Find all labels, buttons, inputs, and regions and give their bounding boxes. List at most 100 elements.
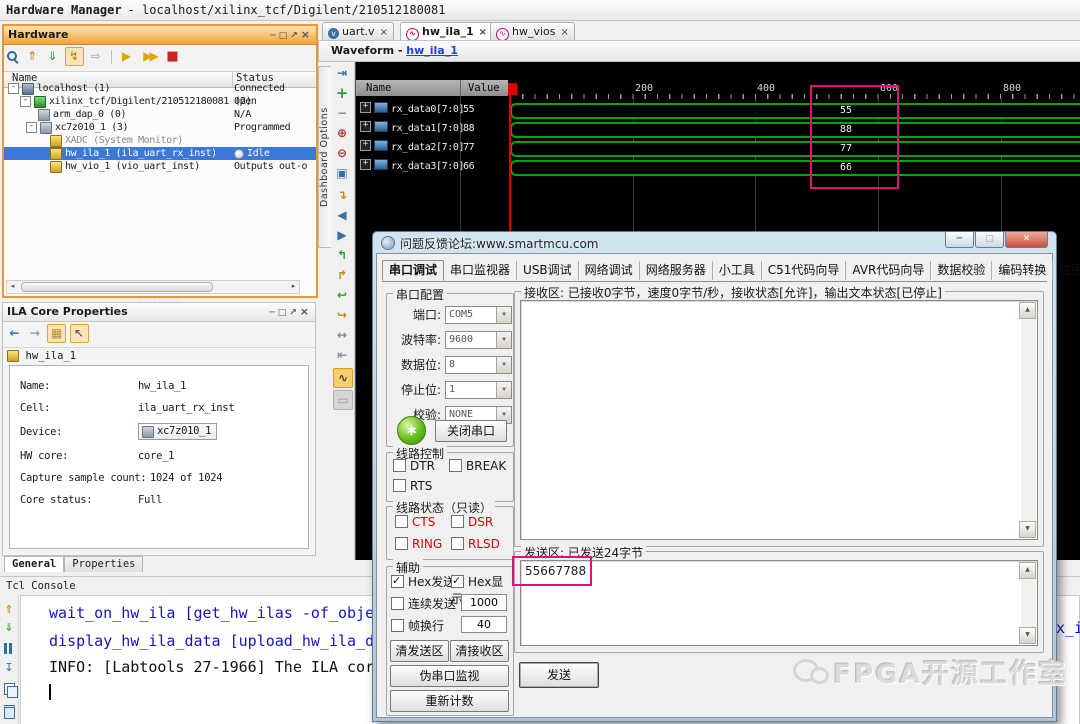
clear-console-icon[interactable] [4,705,15,719]
autoconnect-icon[interactable]: ↯ [65,47,84,66]
horizontal-scrollbar[interactable]: ◂ ▸ [6,280,300,294]
tab-hw-ila-1[interactable]: ∿hw_ila_1 [400,22,493,41]
add-signal-icon[interactable]: + [333,84,351,102]
reset-counter-button[interactable]: 重新计数 [390,690,509,712]
swap-icon[interactable]: ↔ [333,326,351,344]
continuous-send-interval-input[interactable] [461,594,507,611]
undo-view-icon[interactable]: ↩ [333,286,351,304]
tree-row-arm-dap[interactable]: arm_dap_0 (0) N/A [4,108,316,121]
signal-row-rx-data3[interactable]: rx_data3[7:0] 66 [356,157,508,176]
expand-all-icon[interactable]: ⇓ [2,621,16,635]
dtr-checkbox[interactable]: DTR [393,459,435,473]
tab-properties[interactable]: Properties [64,556,143,572]
tab-tools[interactable]: 小工具 [713,261,762,280]
tab-checksum[interactable]: 数据校验 [931,261,992,280]
device-button[interactable]: xc7z010_1 [138,423,217,440]
goto-start-icon[interactable]: ◀ [333,206,351,224]
core-properties-icon[interactable]: ▦ [47,324,66,343]
scroll-up-icon[interactable] [1019,562,1036,579]
tree-row-hw-vio-1[interactable]: hw_vio_1 (vio_uart_inst) Outputs out-o [4,160,316,173]
tab-hw-vios[interactable]: ∿hw_vios [490,22,575,41]
tab-usb-debug[interactable]: USB调试 [517,261,579,280]
signal-row-rx-data2[interactable]: rx_data2[7:0] 77 [356,138,508,157]
frame-newline-checkbox[interactable]: 帧换行 [391,617,444,634]
hex-send-checkbox[interactable]: Hex发送 [391,573,455,590]
tab-general[interactable]: General [4,556,64,572]
maximize-button[interactable]: □ [975,232,1004,248]
expander-icon[interactable] [20,96,31,107]
expander-icon[interactable] [8,83,19,94]
waveform-ila-link[interactable]: hw_ila_1 [406,44,458,57]
tab-avr-wizard[interactable]: AVR代码向导 [846,261,931,280]
scroll-down-icon[interactable] [1019,521,1036,538]
close-button[interactable]: ✕ [1005,232,1048,248]
close-tab-icon[interactable] [561,24,569,41]
tab-bitmap-hex[interactable]: 位图转16进制 [1053,261,1080,280]
expander-icon[interactable] [26,122,37,133]
maximize-icon[interactable] [278,308,290,318]
float-icon[interactable] [289,308,300,318]
forward-icon[interactable]: → [27,325,44,342]
remove-signal-icon[interactable]: − [333,104,351,122]
send-textarea[interactable]: 55667788 [520,560,1038,646]
tree-row-localhost[interactable]: localhost (1) Connected [4,82,316,95]
clear-receive-button[interactable]: 清接收区 [450,640,509,662]
maximize-icon[interactable] [279,31,291,41]
expander-icon[interactable] [360,140,371,151]
zoom-out-icon[interactable]: ⊖ [333,144,351,162]
port-select[interactable]: COM5 [445,306,512,324]
search-icon[interactable] [6,50,20,64]
collapse-all-icon[interactable]: ⇑ [2,603,16,617]
close-port-button[interactable]: 关闭串口 [435,420,507,442]
close-tab-icon[interactable] [380,24,388,41]
run-trigger-immediate-icon[interactable]: ▶▶ [139,48,161,65]
scroll-lock-icon[interactable]: ↧ [2,661,16,675]
tree-row-xadc[interactable]: XADC (System Monitor) [4,134,316,147]
close-icon[interactable] [301,31,313,41]
expand-all-icon[interactable]: ⇓ [44,48,61,65]
tree-row-device[interactable]: xc7z010_1 (3) Programmed [4,121,316,134]
baudrate-select[interactable]: 9600 [445,331,512,349]
tab-serial-monitor[interactable]: 串口监视器 [444,261,517,280]
databits-select[interactable]: 8 [445,356,512,374]
run-trigger-icon[interactable]: ▶ [118,48,135,65]
pointer-icon[interactable]: ↖ [70,324,89,343]
stopbits-select[interactable]: 1 [445,381,512,399]
tab-net-server[interactable]: 网络服务器 [640,261,713,280]
scrollbar-thumb[interactable] [21,282,213,292]
column-name[interactable]: Name [366,80,391,96]
tab-uart-v[interactable]: vuart.v [322,22,394,41]
receive-textarea[interactable] [520,300,1038,540]
minimize-button[interactable]: ─ [945,232,974,248]
expander-icon[interactable] [360,159,371,170]
pause-output-icon[interactable] [4,643,12,654]
tab-net-debug[interactable]: 网络调试 [579,261,640,280]
copy-icon[interactable] [4,683,15,695]
stop-trigger-icon[interactable]: ■ [164,48,181,65]
close-tab-icon[interactable] [479,24,487,41]
scroll-down-icon[interactable] [1019,627,1036,644]
send-button[interactable]: 发送 [519,662,599,688]
tab-serial-debug[interactable]: 串口调试 [382,260,444,281]
trigger-wave-icon[interactable]: ∿ [333,368,353,388]
close-icon[interactable] [300,308,312,318]
port-open-indicator-icon[interactable]: ∗ [397,416,426,445]
column-value[interactable]: Value [468,80,500,96]
expander-icon[interactable] [360,121,371,132]
next-transition-icon[interactable]: ↱ [333,266,351,284]
previous-transition-icon[interactable]: ↰ [333,246,351,264]
chevron-down-icon[interactable] [496,382,511,398]
send-scrollbar[interactable] [1021,562,1036,644]
zoom-fit-icon[interactable]: ▣ [333,164,351,182]
scroll-up-icon[interactable] [1019,302,1036,319]
clear-send-button[interactable]: 清发送区 [390,640,449,662]
float-icon[interactable] [290,31,301,41]
rts-checkbox[interactable]: RTS [393,479,432,493]
chevron-down-icon[interactable] [496,307,511,323]
minimize-icon[interactable] [270,31,278,41]
goto-time-icon[interactable]: ⇥ [333,64,351,82]
receive-scrollbar[interactable] [1021,302,1036,538]
tree-row-target[interactable]: xilinx_tcf/Digilent/210512180081 (2) Ope… [4,95,316,108]
zoom-in-icon[interactable]: ⊕ [333,124,351,142]
pseudo-serial-monitor-button[interactable]: 伪串口监视 [390,665,509,687]
